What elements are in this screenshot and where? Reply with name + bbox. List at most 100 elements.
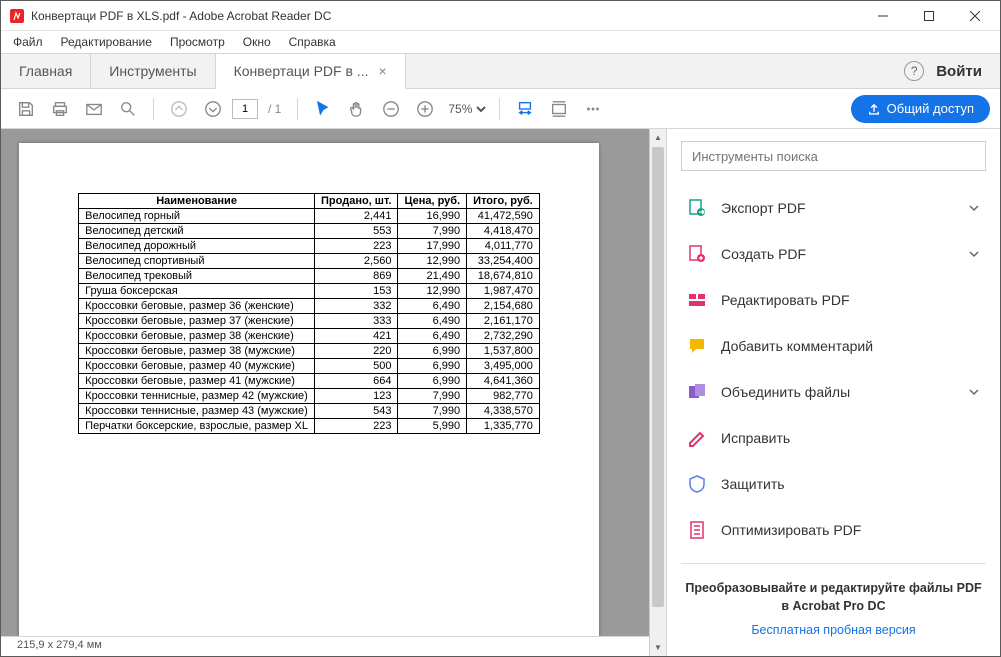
minimize-button[interactable] [860, 1, 906, 31]
table-row: Велосипед спортивный2,56012,99033,254,40… [79, 254, 540, 269]
tool-export-pdf[interactable]: Экспорт PDF [681, 185, 986, 231]
toolbar: / 1 75% Общий доступ [1, 89, 1000, 129]
find-icon[interactable] [113, 94, 143, 124]
tool-label: Создать PDF [721, 246, 806, 262]
table-row: Велосипед горный2,44116,99041,472,590 [79, 209, 540, 224]
tabbar: Главная Инструменты Конвертаци PDF в ...… [1, 53, 1000, 89]
tool-label: Экспорт PDF [721, 200, 806, 216]
titlebar: Конвертаци PDF в XLS.pdf - Adobe Acrobat… [1, 1, 1000, 31]
tool-create-pdf[interactable]: Создать PDF [681, 231, 986, 277]
menu-view[interactable]: Просмотр [162, 33, 233, 51]
data-table: Наименование Продано, шт. Цена, руб. Ито… [78, 193, 540, 434]
help-icon[interactable]: ? [904, 61, 924, 81]
table-row: Велосипед дорожный22317,9904,011,770 [79, 239, 540, 254]
upload-icon [867, 102, 881, 116]
scroll-up-arrow[interactable]: ▲ [650, 129, 666, 146]
fit-page-icon[interactable] [544, 94, 574, 124]
table-row: Кроссовки беговые, размер 38 (мужские)22… [79, 344, 540, 359]
zoom-select[interactable]: 75% [444, 101, 489, 117]
tool-redact[interactable]: Исправить [681, 415, 986, 461]
table-row: Кроссовки беговые, размер 41 (мужские)66… [79, 374, 540, 389]
tool-label: Объединить файлы [721, 384, 850, 400]
table-row: Кроссовки беговые, размер 38 (женские)42… [79, 329, 540, 344]
scroll-down-arrow[interactable]: ▼ [650, 639, 666, 656]
page-up-icon[interactable] [164, 94, 194, 124]
tab-label: Конвертаци PDF в ... [234, 63, 369, 79]
menu-edit[interactable]: Редактирование [53, 33, 160, 51]
maximize-button[interactable] [906, 1, 952, 31]
workspace: Наименование Продано, шт. Цена, руб. Ито… [1, 129, 1000, 656]
menu-file[interactable]: Файл [5, 33, 51, 51]
table-row: Кроссовки беговые, размер 37 (женские)33… [79, 314, 540, 329]
tool-label: Исправить [721, 430, 790, 446]
window-title: Конвертаци PDF в XLS.pdf - Adobe Acrobat… [31, 9, 331, 23]
redact-icon [687, 428, 707, 448]
scrollbar-thumb[interactable] [652, 147, 664, 607]
tool-protect[interactable]: Защитить [681, 461, 986, 507]
select-tool-icon[interactable] [308, 94, 338, 124]
more-tools-icon[interactable] [578, 94, 608, 124]
status-bar: 215,9 x 279,4 мм [1, 636, 666, 656]
col-name: Наименование [79, 194, 315, 209]
promo-section: Преобразовывайте и редактируйте файлы PD… [681, 563, 986, 639]
tool-label: Редактировать PDF [721, 292, 850, 308]
table-row: Кроссовки беговые, размер 40 (мужские)50… [79, 359, 540, 374]
tool-combine[interactable]: Объединить файлы [681, 369, 986, 415]
tab-label: Инструменты [109, 63, 196, 79]
hand-tool-icon[interactable] [342, 94, 372, 124]
table-row: Груша боксерская15312,9901,987,470 [79, 284, 540, 299]
col-sold: Продано, шт. [315, 194, 398, 209]
chevron-down-icon [968, 386, 980, 398]
create-pdf-icon [687, 244, 707, 264]
menu-help[interactable]: Справка [281, 33, 344, 51]
mail-icon[interactable] [79, 94, 109, 124]
print-icon[interactable] [45, 94, 75, 124]
promo-title: Преобразовывайте и редактируйте файлы PD… [681, 580, 986, 615]
table-header-row: Наименование Продано, шт. Цена, руб. Ито… [79, 194, 540, 209]
menubar: Файл Редактирование Просмотр Окно Справк… [1, 31, 1000, 53]
tab-label: Главная [19, 63, 72, 79]
pdf-page: Наименование Продано, шт. Цена, руб. Ито… [19, 143, 599, 636]
tab-tools[interactable]: Инструменты [91, 54, 215, 88]
table-row: Кроссовки теннисные, размер 42 (мужские)… [79, 389, 540, 404]
vertical-scrollbar[interactable]: ▲ ▼ [649, 129, 666, 656]
share-label: Общий доступ [887, 101, 974, 116]
save-icon[interactable] [11, 94, 41, 124]
tool-edit-pdf[interactable]: Редактировать PDF [681, 277, 986, 323]
tools-panel: Экспорт PDF Создать PDF Редактировать PD… [666, 129, 1000, 656]
table-row: Перчатки боксерские, взрослые, размер XL… [79, 419, 540, 434]
table-row: Кроссовки беговые, размер 36 (женские)33… [79, 299, 540, 314]
tab-document[interactable]: Конвертаци PDF в ... × [216, 54, 406, 89]
table-row: Велосипед трековый86921,49018,674,810 [79, 269, 540, 284]
zoom-in-icon[interactable] [410, 94, 440, 124]
document-area: Наименование Продано, шт. Цена, руб. Ито… [1, 129, 666, 656]
zoom-out-icon[interactable] [376, 94, 406, 124]
shield-icon [687, 474, 707, 494]
close-button[interactable] [952, 1, 998, 31]
col-price: Цена, руб. [398, 194, 467, 209]
comment-icon [687, 336, 707, 356]
signin-button[interactable]: Войти [936, 63, 982, 80]
fit-width-icon[interactable] [510, 94, 540, 124]
col-total: Итого, руб. [467, 194, 540, 209]
tool-label: Добавить комментарий [721, 338, 873, 354]
page-size-label: 215,9 x 279,4 мм [17, 639, 102, 651]
search-tools-input[interactable] [681, 141, 986, 171]
menu-window[interactable]: Окно [235, 33, 279, 51]
tool-optimize[interactable]: Оптимизировать PDF [681, 507, 986, 553]
chevron-down-icon [968, 248, 980, 260]
tool-comment[interactable]: Добавить комментарий [681, 323, 986, 369]
table-row: Кроссовки теннисные, размер 43 (мужские)… [79, 404, 540, 419]
page-down-icon[interactable] [198, 94, 228, 124]
promo-trial-link[interactable]: Бесплатная пробная версия [751, 623, 915, 637]
tool-label: Оптимизировать PDF [721, 522, 861, 538]
export-pdf-icon [687, 198, 707, 218]
share-button[interactable]: Общий доступ [851, 95, 990, 123]
document-scroll[interactable]: Наименование Продано, шт. Цена, руб. Ито… [1, 129, 666, 636]
app-icon [9, 8, 25, 24]
tab-home[interactable]: Главная [1, 54, 91, 88]
page-total-label: / 1 [268, 102, 281, 116]
close-icon[interactable]: × [378, 63, 386, 79]
page-number-input[interactable] [232, 99, 258, 119]
edit-pdf-icon [687, 290, 707, 310]
